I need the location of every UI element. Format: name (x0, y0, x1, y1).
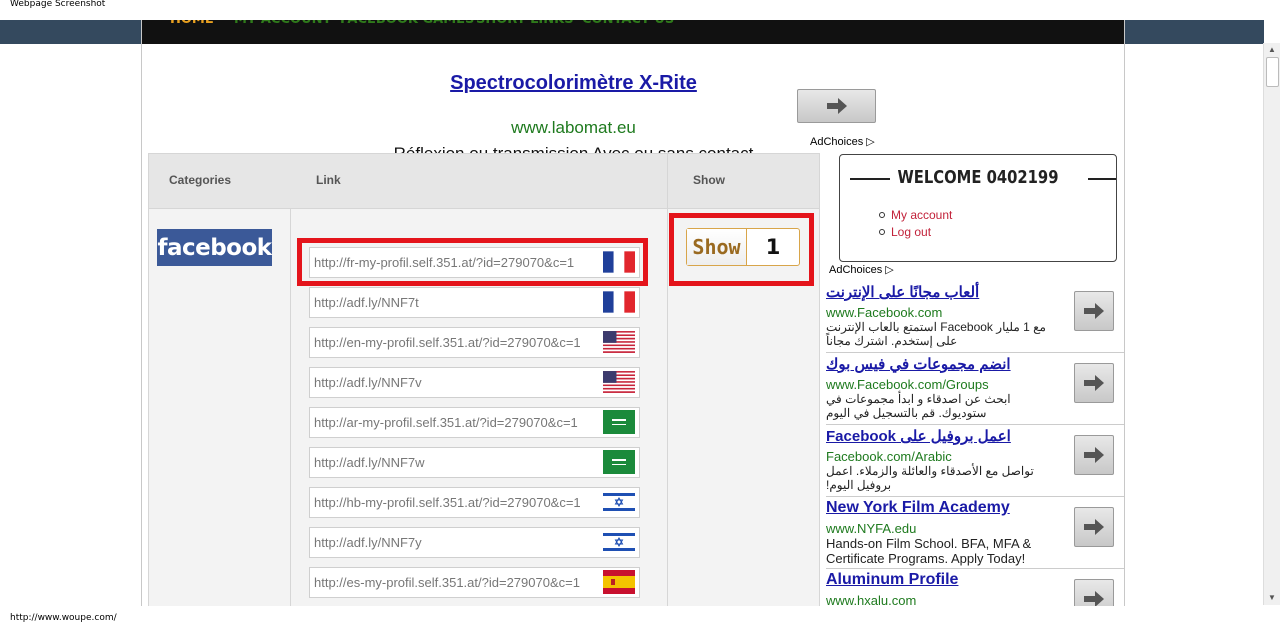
side-ad: اعمل بروفيل على Facebook Facebook.com/Ara… (826, 425, 1124, 497)
side-ad-url[interactable]: www.Facebook.com/Groups (826, 377, 989, 392)
nav-my-account[interactable]: MY ACCOUNT (234, 20, 331, 32)
header-show: Show (693, 173, 725, 187)
link-url[interactable]: http://hb-my-profil.self.351.at/?id=2790… (314, 495, 581, 510)
window-title: Webpage Screenshot (10, 0, 106, 9)
fr-flag-icon (603, 290, 635, 314)
us-flag-icon (603, 330, 635, 354)
highlight-show-counter (669, 213, 814, 286)
side-ad-arrow-button[interactable] (1074, 435, 1114, 475)
side-ad-description: تواصل مع الأصدقاء والعائلة والزملاء. اعم… (826, 464, 1034, 492)
link-url[interactable]: http://adf.ly/NNF7w (314, 455, 425, 470)
il-flag-icon (603, 490, 635, 514)
facebook-logo: facebook (157, 229, 272, 266)
side-ad-title[interactable]: New York Film Academy (826, 499, 1056, 517)
side-ad-arrow-button[interactable] (1074, 579, 1114, 606)
arrow-right-icon (1084, 447, 1104, 463)
column-divider (290, 209, 291, 606)
side-ad-description: مع 1 مليار Facebook استمتع بالعاب الإنتر… (826, 320, 1046, 348)
header-link: Link (316, 173, 341, 187)
arrow-right-icon (1084, 591, 1104, 606)
link-field-row[interactable]: http://adf.ly/NNF7v (309, 367, 640, 398)
side-ad-title[interactable]: Aluminum Profile (826, 571, 1056, 589)
highlight-first-link (297, 238, 648, 286)
nav-home[interactable]: HOME (170, 20, 214, 32)
my-account-link[interactable]: My account (878, 208, 952, 222)
side-ad-description: ابحث عن اصدقاء و ابدأ مجموعات في ستوديوك… (826, 392, 1011, 420)
link-field-row[interactable]: http://es-my-profil.self.351.at/?id=2790… (309, 567, 640, 598)
arrow-right-icon (1084, 303, 1104, 319)
link-url[interactable]: http://en-my-profil.self.351.at/?id=2790… (314, 335, 581, 350)
link-url[interactable]: http://adf.ly/NNF7v (314, 375, 422, 390)
sa-flag-icon (603, 450, 635, 474)
side-ad-description: Hands-on Film School. BFA, MFA & Certifi… (826, 536, 1032, 566)
side-ad-url[interactable]: www.Facebook.com (826, 305, 942, 320)
link-field-row[interactable]: http://ar-my-profil.self.351.at/?id=2790… (309, 407, 640, 438)
scroll-up-icon[interactable]: ▲ (1264, 43, 1280, 57)
es-flag-icon (603, 570, 635, 594)
side-ad: Aluminum Profile www.hxalu.com (826, 569, 1124, 606)
side-ad-arrow-button[interactable] (1074, 507, 1114, 547)
header-categories: Categories (169, 173, 232, 187)
links-table-header: Categories Link Show (148, 153, 820, 209)
page-scrollbar[interactable]: ▲ ▼ (1263, 43, 1280, 605)
top-ad-arrow-button[interactable] (797, 89, 876, 123)
scroll-thumb[interactable] (1266, 57, 1279, 87)
log-out-link[interactable]: Log out (878, 225, 931, 239)
side-ad-title[interactable]: انضم مجموعات في فيس بوك (826, 355, 1056, 373)
nav-contact-us[interactable]: CONTACT US (582, 20, 674, 32)
side-ad-title[interactable]: اعمل بروفيل على Facebook (826, 427, 1056, 445)
side-ad-arrow-button[interactable] (1074, 363, 1114, 403)
adchoices-side[interactable]: AdChoices ▷ (829, 263, 894, 276)
links-table-body: facebook http://fr-my-profil.self.351.at… (148, 208, 820, 606)
arrow-right-icon (1084, 375, 1104, 391)
page-container: HOME MY ACCOUNT FACEBOOK GAMES SHORT LIN… (141, 20, 1125, 606)
side-ad-url[interactable]: www.NYFA.edu (826, 521, 916, 536)
arrow-right-icon (826, 98, 847, 114)
welcome-title: WELCOME 0402199 (897, 167, 1059, 188)
side-ad-title[interactable]: ألعاب مجانًا على الإنترنت (826, 283, 1056, 301)
side-ad: ألعاب مجانًا على الإنترنت www.Facebook.co… (826, 281, 1124, 353)
top-nav: HOME MY ACCOUNT FACEBOOK GAMES SHORT LIN… (142, 20, 1124, 44)
link-url[interactable]: http://ar-my-profil.self.351.at/?id=2790… (314, 415, 578, 430)
link-url[interactable]: http://es-my-profil.self.351.at/?id=2790… (314, 575, 580, 590)
side-ad-url[interactable]: Facebook.com/Arabic (826, 449, 952, 464)
link-field-row[interactable]: http://adf.ly/NNF7t (309, 287, 640, 318)
link-field-row[interactable]: http://en-my-profil.self.351.at/?id=2790… (309, 327, 640, 358)
link-field-row[interactable]: http://adf.ly/NNF7w (309, 447, 640, 478)
link-url[interactable]: http://adf.ly/NNF7y (314, 535, 422, 550)
link-field-row[interactable]: http://hb-my-profil.self.351.at/?id=2790… (309, 487, 640, 518)
adchoices-top[interactable]: AdChoices ▷ (810, 135, 875, 148)
arrow-right-icon (1084, 519, 1104, 535)
side-ad: New York Film Academy www.NYFA.edu Hands-o… (826, 497, 1124, 569)
sa-flag-icon (603, 410, 635, 434)
us-flag-icon (603, 370, 635, 394)
scroll-down-icon[interactable]: ▼ (1264, 591, 1280, 605)
il-flag-icon (603, 530, 635, 554)
nav-short-links[interactable]: SHORT LINKS (476, 20, 574, 32)
link-url[interactable]: http://adf.ly/NNF7t (314, 295, 419, 310)
welcome-panel: WELCOME 0402199 My account Log out (839, 154, 1117, 262)
welcome-divider-right (1088, 178, 1116, 180)
top-ad-title[interactable]: Spectrocolorimètre X-Rite (337, 72, 810, 95)
side-ad-url[interactable]: www.hxalu.com (826, 593, 916, 606)
side-ad-arrow-button[interactable] (1074, 291, 1114, 331)
nav-facebook-games[interactable]: FACEBOOK GAMES (340, 20, 474, 32)
link-field-row[interactable]: http://adf.ly/NNF7y (309, 527, 640, 558)
side-ad: انضم مجموعات في فيس بوك www.Facebook.com/… (826, 353, 1124, 425)
column-divider (667, 209, 668, 606)
top-ad-url[interactable]: www.labomat.eu (337, 118, 810, 138)
status-url: http://www.woupe.com/ (10, 613, 117, 623)
header-divider (667, 154, 668, 209)
